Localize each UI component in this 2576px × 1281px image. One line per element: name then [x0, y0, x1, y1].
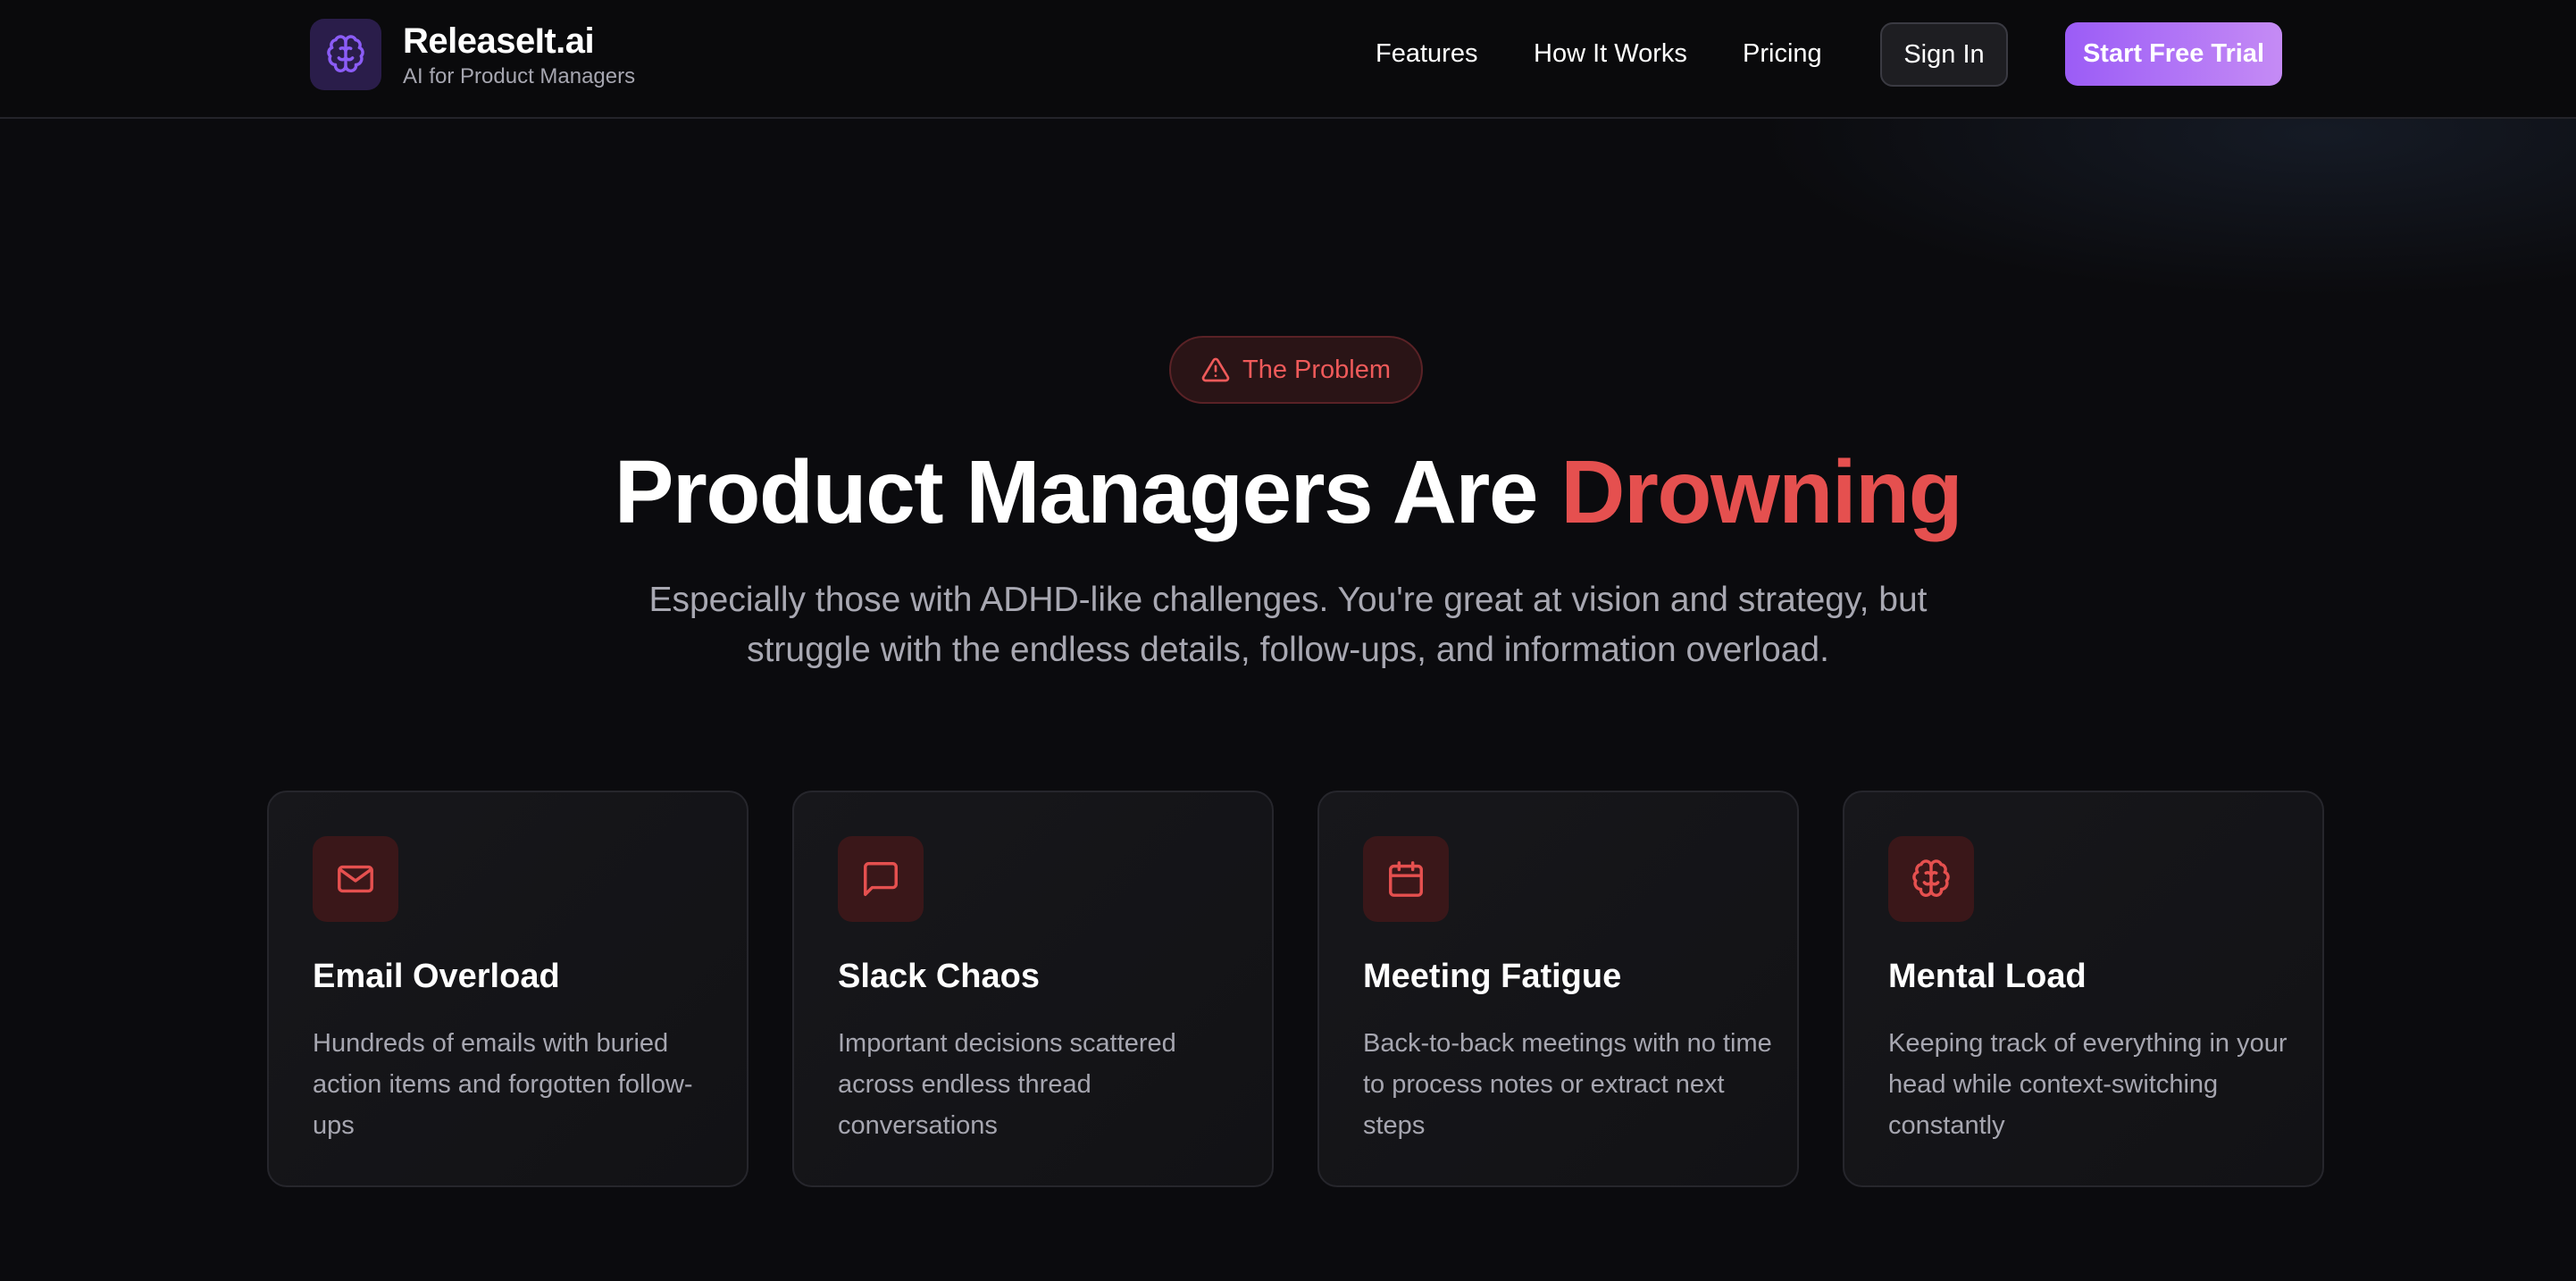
card-icon-box [1888, 836, 1974, 922]
hero-subtext: Especially those with ADHD-like challeng… [648, 581, 1928, 669]
card-title: Meeting Fatigue [1363, 958, 1622, 995]
headline-main: Product Managers Are [614, 442, 1561, 542]
problem-badge-label: The Problem [1242, 355, 1391, 384]
brand-name[interactable]: ReleaseIt.ai [403, 21, 595, 62]
brand-tagline: AI for Product Managers [403, 64, 636, 88]
card-title: Slack Chaos [838, 958, 1040, 995]
card-icon-box [838, 836, 924, 922]
mail-icon [338, 865, 373, 893]
brain-icon [1912, 859, 1950, 897]
sign-in-button[interactable]: Sign In [1880, 22, 2008, 87]
problem-card-slack: Slack Chaos Important decisions scattere… [792, 791, 1274, 1187]
headline-accent: Drowning [1560, 442, 1963, 542]
calendar-icon [1389, 861, 1423, 897]
problem-card-meetings: Meeting Fatigue Back-to-back meetings wi… [1317, 791, 1799, 1187]
card-icon-box [1363, 836, 1449, 922]
nav-link-features[interactable]: Features [1376, 39, 1477, 69]
problem-card-email: Email Overload Hundreds of emails with b… [267, 791, 749, 1187]
card-description: Keeping track of everything in your head… [1888, 1029, 2287, 1140]
landing-page: ReleaseIt.ai AI for Product Managers Fea… [0, 0, 2576, 1281]
nav-link-pricing[interactable]: Pricing [1743, 39, 1822, 69]
card-title: Email Overload [313, 958, 560, 995]
start-free-trial-button[interactable]: Start Free Trial [2065, 22, 2282, 86]
brain-icon [327, 35, 364, 72]
problem-card-mental-load: Mental Load Keeping track of everything … [1843, 791, 2324, 1187]
hero-headline: Product Managers Are Drowning [0, 441, 2576, 543]
brand-logo[interactable] [310, 19, 381, 90]
card-icon-box [313, 836, 398, 922]
problem-badge: The Problem [1169, 336, 1423, 404]
nav-link-how-it-works[interactable]: How It Works [1534, 39, 1687, 69]
card-description: Hundreds of emails with buried action it… [313, 1029, 693, 1140]
top-navigation: ReleaseIt.ai AI for Product Managers Fea… [0, 0, 2576, 119]
card-title: Mental Load [1888, 958, 2087, 995]
card-description: Back-to-back meetings with no time to pr… [1363, 1029, 1772, 1140]
card-description: Important decisions scattered across end… [838, 1029, 1176, 1140]
message-square-icon [864, 862, 898, 896]
alert-triangle-icon [1201, 357, 1230, 382]
